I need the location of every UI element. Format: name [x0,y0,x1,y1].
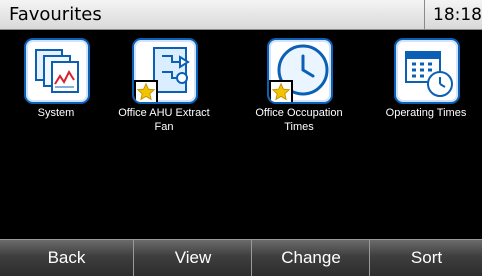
sort-button[interactable]: Sort [369,240,482,276]
tile-label: System [37,107,75,119]
tile-operating-times[interactable]: Operating Times [370,38,482,168]
ahu-fan-icon [132,38,198,104]
back-button[interactable]: Back [0,240,133,276]
favourites-grid: System Office AHU Extract Fan Office Occ… [0,38,482,218]
favourite-star-icon [134,80,158,102]
softkey-bar: Back View Change Sort [0,239,482,276]
favourite-star-icon [269,80,293,102]
system-icon [24,38,90,104]
calendar-clock-icon [394,38,460,104]
tile-label: Office AHU Extract Fan [118,107,210,133]
clock-time: 18:18 [433,5,482,25]
tile-label: Operating Times [385,107,467,119]
tile-office-occupation-times[interactable]: Office Occupation Times [243,38,355,168]
title-bar: Favourites 18:18 [0,0,482,30]
tile-system[interactable]: System [0,38,112,168]
clock-icon [267,38,333,104]
tile-office-ahu-extract-fan[interactable]: Office AHU Extract Fan [108,38,220,168]
change-button[interactable]: Change [251,240,370,276]
tile-label: Office Occupation Times [255,107,343,133]
page-title: Favourites [9,4,102,25]
view-button[interactable]: View [133,240,252,276]
clock: 18:18 [424,0,482,29]
